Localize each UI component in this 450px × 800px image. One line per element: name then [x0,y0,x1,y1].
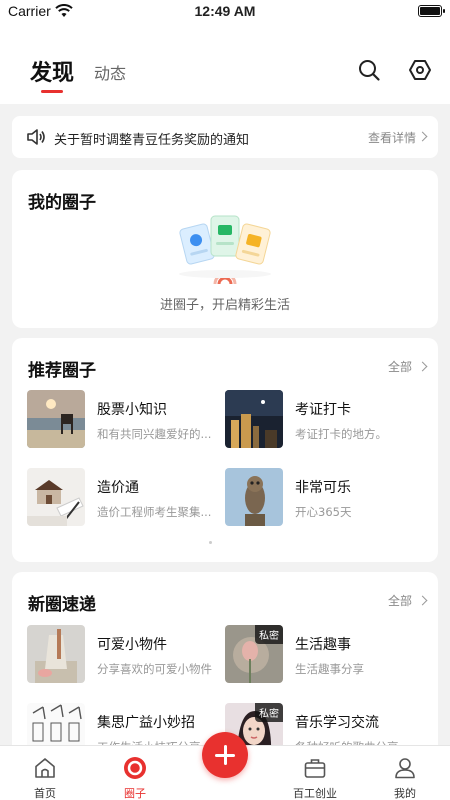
battery-icon [418,5,445,17]
my-circles-title: 我的圈子 [28,193,96,213]
my-circles-card: 我的圈子 进圈子，开启精彩生活 [12,170,438,328]
circle-desc: 分享喜欢的可爱小物件 [97,662,212,676]
recommended-all-link[interactable]: 全部 [388,358,412,375]
notice-detail-link[interactable]: 查看详情 [368,129,416,146]
recommended-circles-card: 推荐圈子 全部 股票小知识 和有共同兴趣爱好的... 考证打卡 考证打卡的地方。 [12,338,438,562]
tab-activity[interactable]: 动态 [94,60,126,84]
circle-thumbnail [27,390,85,448]
recommended-title: 推荐圈子 [28,361,96,381]
tab-circle[interactable]: 圈子 [90,746,180,800]
circle-desc: 开心365天 [295,505,352,519]
circle-item-exam-checkin[interactable]: 考证打卡 考证打卡的地方。 [225,390,425,450]
tab-home-label: 首页 [34,787,56,800]
circle-icon [124,757,146,779]
status-bar: Carrier 12:49 AM [0,0,450,24]
create-button[interactable] [202,732,248,778]
speaker-icon [27,129,45,145]
circle-thumbnail [27,468,85,526]
tab-discover[interactable]: 发现 [30,55,74,87]
clock: 12:49 AM [194,3,256,19]
circle-name: 可爱小物件 [97,637,167,653]
circle-name: 集思广益小妙招 [97,715,195,731]
notice-text: 关于暂时调整青豆任务奖励的通知 [54,133,250,148]
chevron-right-icon [417,595,428,606]
search-icon[interactable] [357,58,381,82]
circle-thumbnail [225,390,283,448]
circle-name: 考证打卡 [295,402,351,418]
empty-hint: 进圈子，开启精彩生活 [159,298,290,313]
briefcase-icon [304,759,326,778]
circle-name: 音乐学习交流 [295,715,379,731]
circle-desc: 和有共同兴趣爱好的... [97,427,212,441]
circle-thumbnail [27,625,85,683]
empty-circles-illustration [179,215,271,285]
private-tag: 私密 [255,703,283,722]
circle-item-life-fun[interactable]: 私密 生活趣事 生活趣事分享 [225,625,425,685]
chevron-right-icon [417,131,428,142]
home-icon [35,758,55,778]
active-tab-indicator [41,90,63,93]
page-indicator-dot [209,541,212,544]
notice-bar[interactable]: 关于暂时调整青豆任务奖励的通知 查看详情 [12,116,438,158]
settings-icon[interactable] [408,58,432,82]
private-tag: 私密 [255,625,283,644]
tab-mine[interactable]: 我的 [360,746,450,800]
tab-business[interactable]: 百工创业 [270,746,360,800]
circle-desc: 造价工程师考生聚集... [97,505,212,519]
new-circles-title: 新圈速递 [28,595,96,615]
circle-desc: 考证打卡的地方。 [295,427,387,441]
tab-home[interactable]: 首页 [0,746,90,800]
top-header: 发现 动态 [0,24,450,104]
user-icon [395,758,415,779]
circle-name: 股票小知识 [97,402,167,418]
circle-desc: 生活趣事分享 [295,662,364,676]
circle-thumbnail [225,468,283,526]
circle-item-stocks[interactable]: 股票小知识 和有共同兴趣爱好的... [27,390,227,450]
chevron-right-icon [417,361,428,372]
tab-mine-label: 我的 [394,787,416,800]
circle-name: 非常可乐 [295,480,351,496]
circle-item-cost[interactable]: 造价通 造价工程师考生聚集... [27,468,227,528]
tab-circle-label: 圈子 [124,787,146,800]
new-circles-all-link[interactable]: 全部 [388,592,412,609]
circle-name: 造价通 [97,480,139,496]
tab-business-label: 百工创业 [293,787,337,800]
circle-item-cute-things[interactable]: 可爱小物件 分享喜欢的可爱小物件 [27,625,227,685]
circle-item-cola[interactable]: 非常可乐 开心365天 [225,468,425,528]
circle-name: 生活趣事 [295,637,351,653]
circle-thumbnail-wrap: 私密 [225,625,283,683]
